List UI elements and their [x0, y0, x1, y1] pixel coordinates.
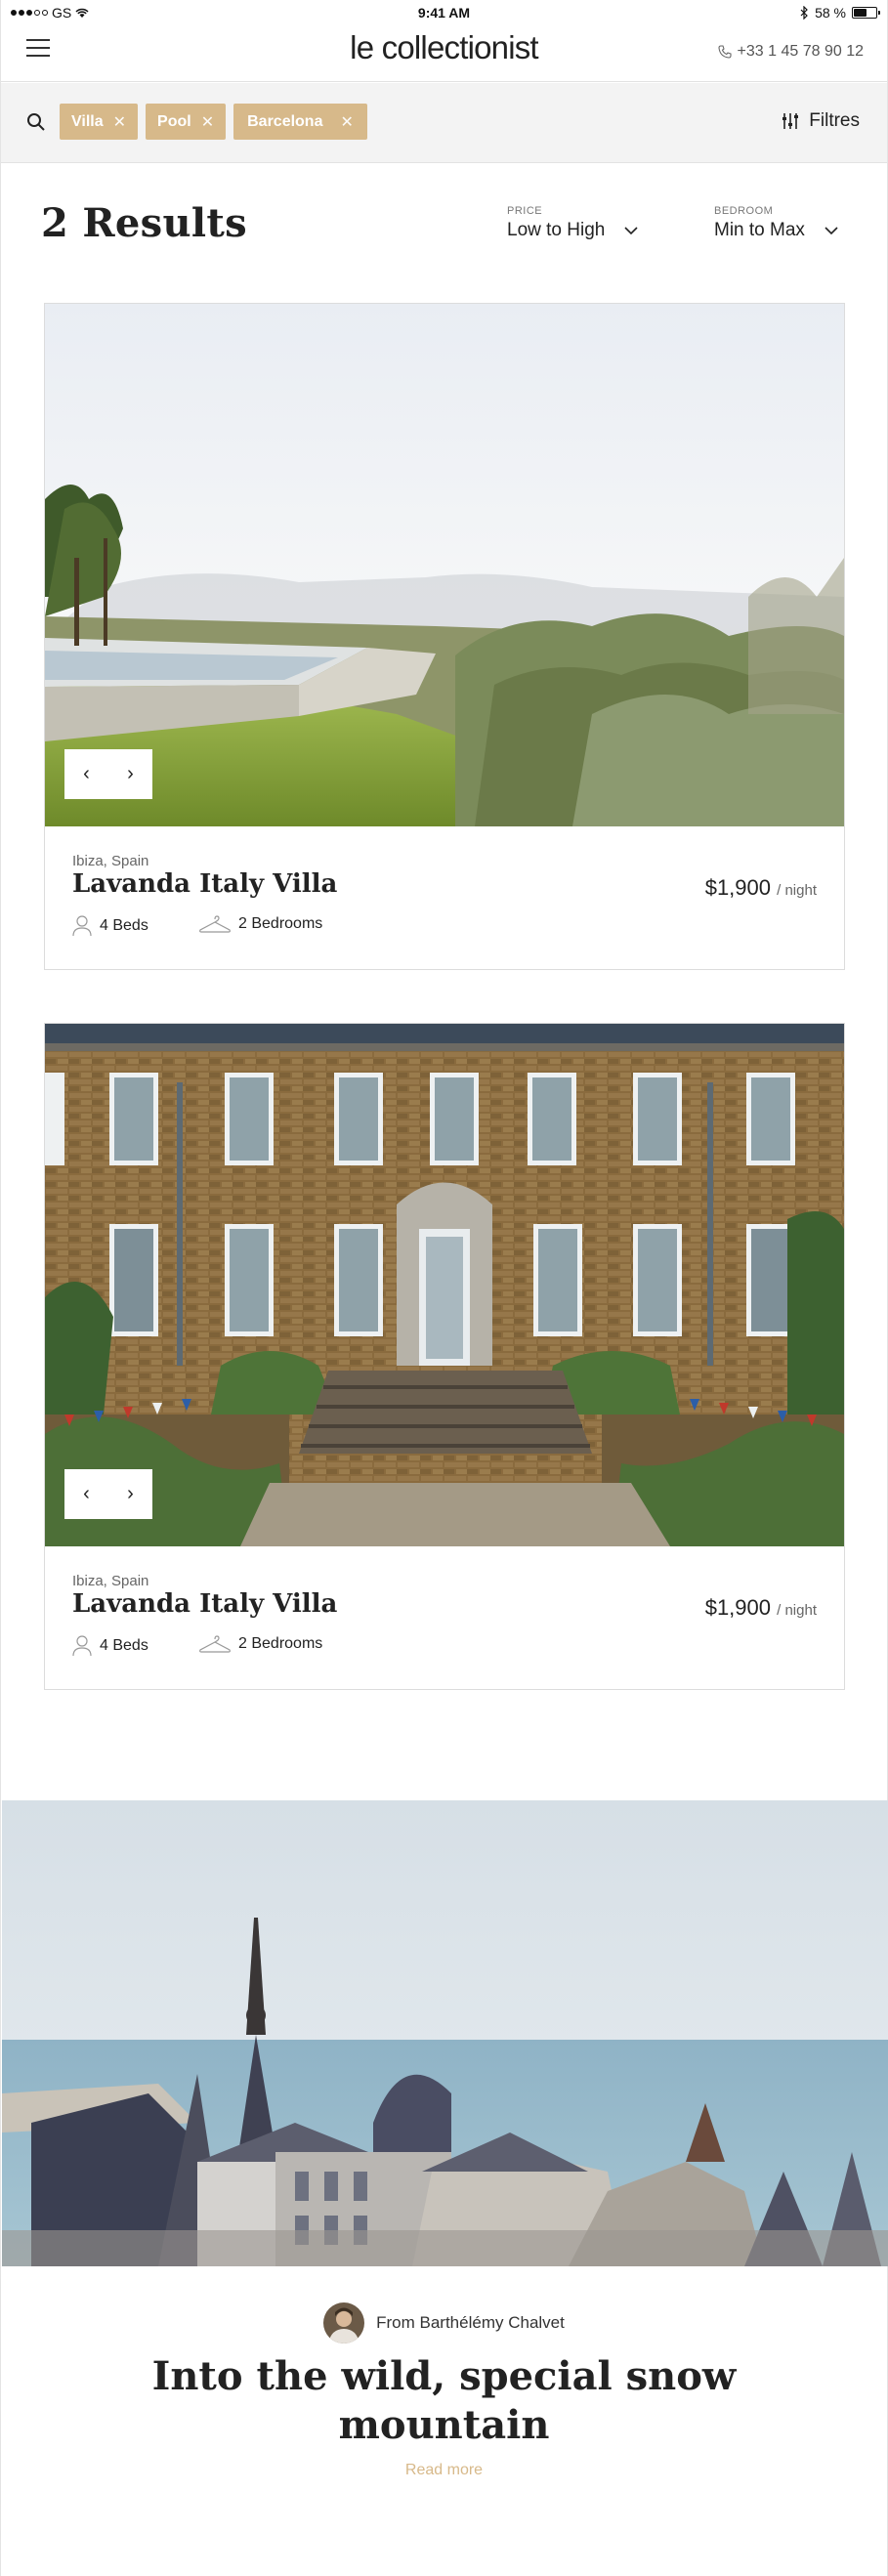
read-more-label[interactable]: Read more	[405, 2462, 483, 2478]
listing-info: Ibiza, Spain Lavanda Italy Villa $1,900 …	[45, 826, 844, 969]
price-sort-value: Low to High	[507, 220, 606, 240]
person-icon	[72, 915, 92, 937]
bedroom-sort-value: Min to Max	[714, 220, 805, 240]
chevron-right-icon[interactable]: ›	[116, 1469, 146, 1519]
battery-icon	[852, 7, 880, 19]
listing-photo[interactable]: ‹ ›	[45, 304, 844, 826]
price-value: $1,900	[704, 875, 771, 900]
page: GS 9:41 AM 58 % le collectionist +33 1 4…	[0, 0, 888, 2576]
listing-location: Ibiza, Spain	[72, 853, 149, 869]
bedroom-sort-label: BEDROOM	[714, 205, 774, 217]
battery-percent: 58 %	[815, 5, 846, 21]
blog-title[interactable]: Into the wild, special snow mountain	[1, 2352, 887, 2450]
listing-card[interactable]: ‹ › Ibiza, Spain Lavanda Italy Villa $1,…	[44, 1023, 845, 1690]
read-more-link: Read more	[1, 2462, 887, 2479]
filter-chip-pool[interactable]: Pool ✕	[146, 104, 227, 140]
phone-link[interactable]: +33 1 45 78 90 12	[717, 43, 864, 61]
chevron-left-icon[interactable]: ‹	[72, 1469, 102, 1519]
chip-label: Pool	[157, 112, 191, 130]
price-unit: / night	[777, 882, 817, 899]
chevron-down-icon	[825, 226, 838, 234]
beds-label: 4 Beds	[100, 1637, 148, 1654]
chevron-right-icon[interactable]: ›	[116, 749, 146, 799]
bluetooth-icon	[800, 6, 808, 20]
menu-icon[interactable]	[26, 39, 50, 59]
status-time: 9:41 AM	[417, 5, 471, 21]
bedrooms-feature: 2 Bedrooms	[199, 915, 322, 933]
photo-slider-controls: ‹ ›	[64, 1469, 152, 1519]
hanger-icon	[199, 1635, 231, 1653]
bedrooms-feature: 2 Bedrooms	[199, 1635, 322, 1653]
listing-price: $1,900 / night	[705, 1595, 817, 1621]
filters-button[interactable]: Filtres	[782, 110, 860, 132]
filter-bar: Villa ✕ Pool ✕ Barcelona ✕ Filtres	[1, 83, 887, 163]
status-bar: GS 9:41 AM 58 %	[1, 0, 887, 25]
phone-icon	[717, 45, 732, 59]
listing-name[interactable]: Lavanda Italy Villa	[72, 869, 337, 899]
listing-name[interactable]: Lavanda Italy Villa	[72, 1589, 337, 1619]
filter-chips: Villa ✕ Pool ✕ Barcelona ✕	[60, 104, 367, 140]
price-sort-label: PRICE	[507, 205, 543, 217]
listing-info: Ibiza, Spain Lavanda Italy Villa $1,900 …	[45, 1546, 844, 1689]
price-value: $1,900	[704, 1595, 771, 1620]
filters-label: Filtres	[809, 110, 860, 131]
close-icon[interactable]: ✕	[113, 112, 126, 132]
filter-chip-villa[interactable]: Villa ✕	[60, 104, 139, 140]
results-title: 2 Results	[41, 200, 247, 246]
phone-number: +33 1 45 78 90 12	[737, 43, 864, 60]
bedrooms-label: 2 Bedrooms	[238, 1635, 323, 1652]
photo-slider-controls: ‹ ›	[64, 749, 152, 799]
chevron-left-icon[interactable]: ‹	[72, 749, 102, 799]
price-unit: / night	[777, 1602, 817, 1619]
listing-card[interactable]: ‹ › Ibiza, Spain Lavanda Italy Villa $1,…	[44, 303, 845, 970]
blog-photo[interactable]	[2, 1800, 888, 2266]
blog-author: From Barthélémy Chalvet	[1, 2302, 887, 2344]
hanger-icon	[199, 915, 231, 933]
beds-feature: 4 Beds	[72, 915, 148, 937]
listing-photo[interactable]: ‹ ›	[45, 1024, 844, 1546]
chip-label: Villa	[71, 112, 104, 130]
avatar[interactable]	[323, 2302, 365, 2344]
person-icon	[72, 1635, 92, 1657]
status-right: 58 %	[800, 5, 880, 21]
author-name: From Barthélémy Chalvet	[376, 2313, 565, 2332]
filter-chip-barcelona[interactable]: Barcelona ✕	[233, 104, 367, 140]
chip-label: Barcelona	[247, 112, 323, 130]
sliders-icon	[782, 113, 799, 129]
app-header: le collectionist +33 1 45 78 90 12	[1, 25, 887, 82]
bedrooms-label: 2 Bedrooms	[238, 915, 323, 932]
search-icon[interactable]	[26, 112, 46, 132]
listing-price: $1,900 / night	[705, 875, 817, 901]
beds-label: 4 Beds	[100, 917, 148, 934]
listing-location: Ibiza, Spain	[72, 1573, 149, 1589]
logo-text[interactable]: le collectionist	[350, 29, 538, 65]
bedroom-sort-dropdown[interactable]: BEDROOM Min to Max	[714, 205, 838, 241]
close-icon[interactable]: ✕	[340, 112, 353, 132]
beds-feature: 4 Beds	[72, 1635, 148, 1657]
chevron-down-icon	[624, 226, 638, 234]
close-icon[interactable]: ✕	[201, 112, 214, 132]
price-sort-dropdown[interactable]: PRICE Low to High	[507, 205, 638, 241]
